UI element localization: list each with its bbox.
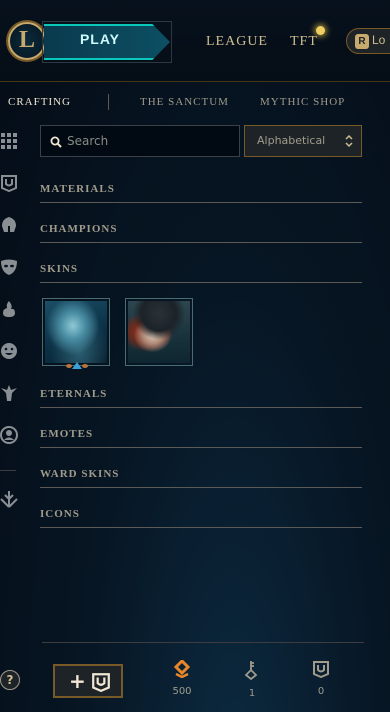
skin-art-image <box>45 301 107 363</box>
add-chest-button[interactable]: + <box>53 664 123 698</box>
notification-dot-icon <box>316 26 325 35</box>
loot-button[interactable]: R Lo <box>346 28 390 54</box>
sort-selected-label: Alphabetical <box>257 134 326 147</box>
skin-art-image <box>128 301 190 363</box>
chests-counter: 0 <box>307 660 335 697</box>
category-icons[interactable]: ICONS <box>40 506 362 528</box>
skin-mask-icon[interactable] <box>0 258 18 276</box>
tab-crafting[interactable]: CRAFTING <box>8 96 71 108</box>
keys-count: 1 <box>248 688 256 699</box>
category-skins[interactable]: SKINS <box>40 261 362 283</box>
category-materials[interactable]: MATERIALS <box>40 181 362 203</box>
nav-league[interactable]: LEAGUE <box>206 34 268 50</box>
nav-tft[interactable]: TFT <box>290 34 318 50</box>
help-button[interactable]: ? <box>0 670 20 690</box>
eternals-arrow-icon[interactable] <box>0 490 18 508</box>
category-label: MATERIALS <box>40 183 115 195</box>
search-input[interactable] <box>67 126 237 156</box>
category-label: CHAMPIONS <box>40 223 118 235</box>
category-champions[interactable]: CHAMPIONS <box>40 221 362 243</box>
tab-separator <box>108 94 109 110</box>
rail-divider <box>0 470 16 471</box>
category-label: SKINS <box>40 263 79 275</box>
top-bar: L PLAY LEAGUE TFT R Lo <box>0 0 390 82</box>
plus-icon: + <box>69 669 86 693</box>
category-label: EMOTES <box>40 428 94 440</box>
sort-chevrons-icon <box>345 134 353 148</box>
totem-icon[interactable] <box>0 384 18 402</box>
sub-navigation: CRAFTING THE SANCTUM MYTHIC SHOP <box>0 82 390 122</box>
play-button-label: PLAY <box>79 31 121 47</box>
key-icon <box>245 661 258 680</box>
filter-rail <box>0 124 20 524</box>
emote-face-icon[interactable] <box>0 342 18 360</box>
sort-dropdown[interactable]: Alphabetical <box>244 125 362 157</box>
ward-flame-icon[interactable] <box>0 300 18 318</box>
blue-essence-counter: 500 <box>168 660 196 697</box>
tab-the-sanctum[interactable]: THE SANCTUM <box>140 96 229 108</box>
grid-icon[interactable] <box>0 132 18 150</box>
champion-helmet-icon[interactable] <box>0 216 18 234</box>
league-logo-icon[interactable]: L <box>8 22 46 60</box>
category-label: ICONS <box>40 508 80 520</box>
chests-count: 0 <box>317 686 325 697</box>
skin-tile[interactable] <box>125 298 193 366</box>
orange-essence-icon <box>174 660 190 678</box>
loot-button-label: Lo <box>372 33 386 47</box>
tab-mythic-shop[interactable]: MYTHIC SHOP <box>260 96 345 108</box>
category-emotes[interactable]: EMOTES <box>40 426 362 448</box>
play-button[interactable]: PLAY <box>44 24 170 60</box>
chest-icon <box>313 661 329 678</box>
category-eternals[interactable]: ETERNALS <box>40 386 362 408</box>
category-label: ETERNALS <box>40 388 108 400</box>
search-icon <box>50 136 62 148</box>
keys-counter: 1 <box>238 660 266 699</box>
logo-letter: L <box>18 27 35 53</box>
skin-rarity-gem-icon <box>82 364 88 368</box>
category-ward-skins[interactable]: WARD SKINS <box>40 466 362 488</box>
riot-icon: R <box>355 34 369 49</box>
skin-rarity-crystal-icon <box>72 362 82 369</box>
search-box <box>40 125 240 157</box>
essence-count: 500 <box>172 686 192 697</box>
profile-icon[interactable] <box>0 426 18 444</box>
skin-tile[interactable] <box>42 298 110 366</box>
footer-divider <box>42 642 364 643</box>
category-label: WARD SKINS <box>40 468 120 480</box>
chest-icon <box>92 673 110 692</box>
chest-icon[interactable] <box>0 174 18 192</box>
